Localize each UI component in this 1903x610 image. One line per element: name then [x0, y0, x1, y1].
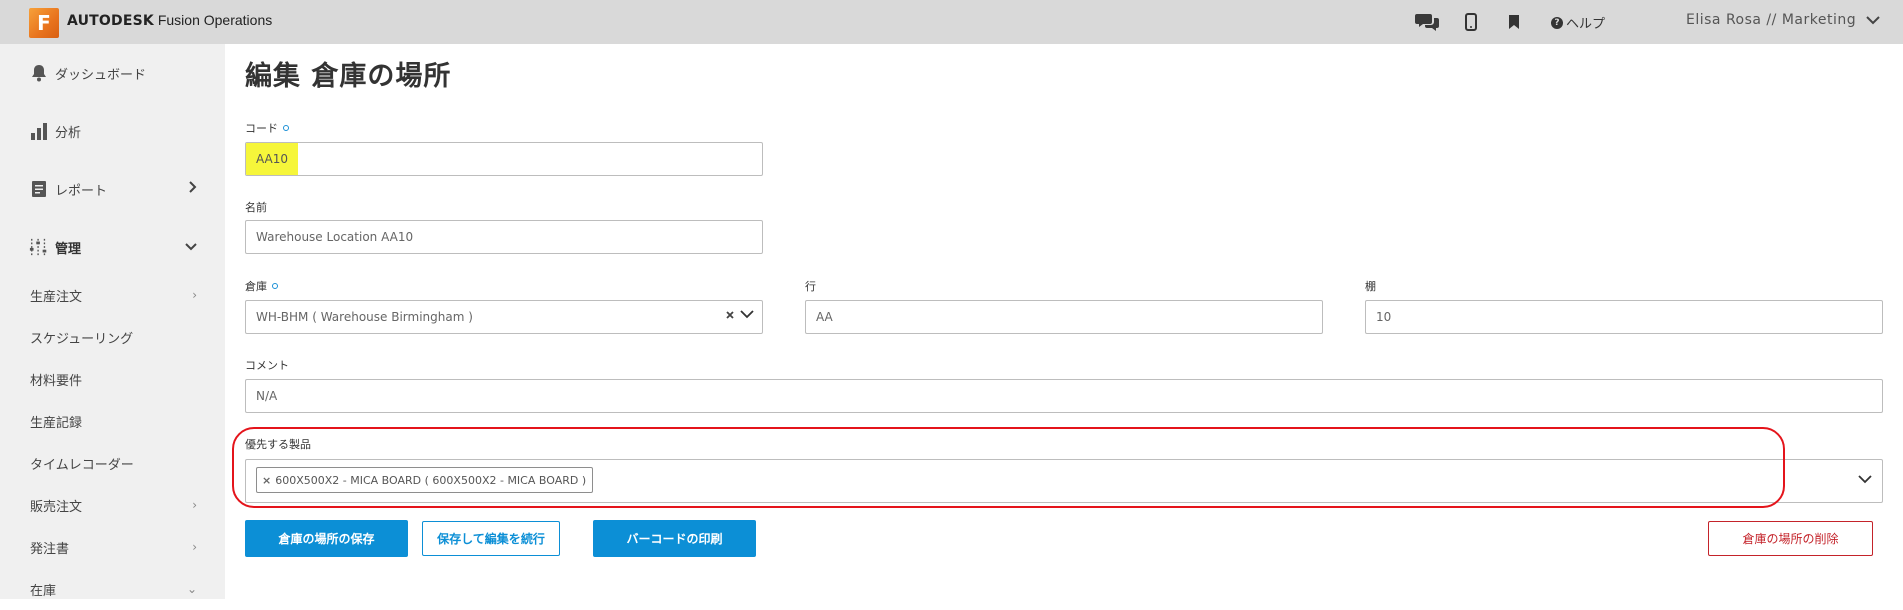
preferred-products-label: 優先する製品 — [245, 438, 311, 451]
help-link[interactable]: ? ヘルプ — [1551, 13, 1605, 32]
fusion-logo[interactable]: F — [29, 8, 59, 38]
save-location-button[interactable]: 倉庫の場所の保存 — [245, 520, 408, 557]
sidebar-item-label: 販売注文 — [30, 499, 83, 515]
sidebar-subitem-inventory[interactable]: 在庫 ⌄ — [0, 568, 225, 610]
required-icon — [283, 125, 289, 131]
sidebar-subitem-sales-orders[interactable]: 販売注文 › — [0, 484, 225, 526]
row-field[interactable]: AA — [805, 300, 1323, 334]
sidebar-item-label: ダッシュボード — [55, 67, 147, 83]
required-icon — [272, 283, 278, 289]
sidebar-item-label: レポート — [55, 183, 108, 199]
sidebar-item-label: 材料要件 — [30, 373, 83, 389]
bar-chart-icon — [29, 121, 49, 141]
warehouse-label: 倉庫 — [245, 278, 278, 294]
shelf-label: 棚 — [1365, 280, 1376, 293]
sidebar: ダッシュボード 分析 レポート 管理 生産注文 › スケジューリング 材料要件 — [0, 44, 225, 599]
code-label-text: コード — [245, 122, 278, 135]
sidebar-subitem-material-requirements[interactable]: 材料要件 — [0, 358, 225, 400]
warehouse-select-controls — [726, 310, 754, 319]
brand-title: AUTODESK Fusion Operations — [67, 12, 272, 29]
sidebar-subitem-time-recorder[interactable]: タイムレコーダー — [0, 442, 225, 484]
warehouse-value: WH-BHM ( Warehouse Birmingham ) — [256, 310, 473, 324]
sidebar-item-label: 分析 — [55, 125, 82, 141]
sidebar-item-label: 管理 — [55, 241, 82, 257]
help-icon: ? — [1551, 16, 1563, 29]
chevron-down-icon[interactable] — [740, 310, 754, 319]
user-menu[interactable]: Elisa Rosa // Marketing — [1686, 12, 1880, 28]
sidebar-item-label: スケジューリング — [30, 331, 134, 347]
sidebar-item-analytics[interactable]: 分析 — [0, 102, 225, 160]
preferred-products-select[interactable]: × 600X500X2 - MICA BOARD ( 600X500X2 - M… — [245, 459, 1883, 503]
sidebar-item-dashboard[interactable]: ダッシュボード — [0, 44, 225, 102]
comment-field[interactable]: N/A — [245, 379, 1883, 413]
top-bar: F AUTODESK Fusion Operations ? ヘルプ Elisa… — [0, 0, 1903, 44]
sidebar-item-label: 生産記録 — [30, 415, 83, 431]
name-field[interactable]: Warehouse Location AA10 — [245, 220, 763, 254]
chevron-down-icon: ⌄ — [186, 582, 197, 596]
sliders-icon — [29, 237, 49, 257]
code-value: AA10 — [246, 143, 299, 175]
preferred-products-controls — [1858, 475, 1872, 484]
bookmark-icon[interactable] — [1508, 11, 1520, 33]
name-label: 名前 — [245, 201, 267, 214]
sidebar-item-label: 在庫 — [30, 583, 57, 599]
help-label: ヘルプ — [1566, 17, 1606, 32]
bell-icon — [29, 63, 49, 83]
shelf-field[interactable]: 10 — [1365, 300, 1883, 334]
chevron-right-icon: › — [192, 540, 197, 554]
report-icon — [29, 179, 49, 199]
sidebar-item-label: 発注書 — [30, 541, 70, 557]
chat-icon[interactable] — [1415, 11, 1439, 33]
sidebar-item-reports[interactable]: レポート — [0, 160, 225, 218]
code-field[interactable]: AA10 — [245, 142, 763, 176]
warehouse-label-text: 倉庫 — [245, 280, 267, 293]
chevron-right-icon — [189, 181, 197, 197]
product-tag-label: 600X500X2 - MICA BOARD ( 600X500X2 - MIC… — [275, 473, 587, 487]
chevron-down-icon — [185, 239, 197, 255]
save-continue-button[interactable]: 保存して編集を続行 — [422, 521, 560, 556]
brand-product: Fusion Operations — [153, 12, 273, 28]
sidebar-item-management[interactable]: 管理 — [0, 218, 225, 276]
brand-autodesk: AUTODESK — [67, 13, 154, 29]
warehouse-select[interactable]: WH-BHM ( Warehouse Birmingham ) — [245, 300, 763, 334]
code-label: コード — [245, 120, 289, 136]
chevron-right-icon: › — [192, 498, 197, 512]
delete-location-button[interactable]: 倉庫の場所の削除 — [1708, 521, 1873, 556]
sidebar-item-label: タイムレコーダー — [30, 457, 134, 473]
remove-tag-icon[interactable]: × — [262, 474, 271, 487]
sidebar-item-label: 生産注文 — [30, 289, 83, 305]
comment-label: コメント — [245, 359, 289, 372]
sidebar-subitem-scheduling[interactable]: スケジューリング — [0, 316, 225, 358]
chevron-down-icon — [1866, 15, 1880, 24]
print-barcode-button[interactable]: バーコードの印刷 — [593, 520, 756, 557]
product-tag[interactable]: × 600X500X2 - MICA BOARD ( 600X500X2 - M… — [256, 467, 594, 493]
page-title: 編集 倉庫の場所 — [245, 61, 452, 92]
chevron-down-icon[interactable] — [1858, 475, 1872, 484]
chevron-right-icon: › — [192, 288, 197, 302]
sidebar-subitem-production-records[interactable]: 生産記録 — [0, 400, 225, 442]
row-label: 行 — [805, 280, 816, 293]
user-label: Elisa Rosa // Marketing — [1686, 12, 1857, 28]
sidebar-subitem-production-orders[interactable]: 生産注文 › — [0, 274, 225, 316]
mobile-icon[interactable] — [1465, 11, 1477, 33]
sidebar-subitem-purchase-orders[interactable]: 発注書 › — [0, 526, 225, 568]
clear-icon[interactable] — [726, 310, 734, 319]
